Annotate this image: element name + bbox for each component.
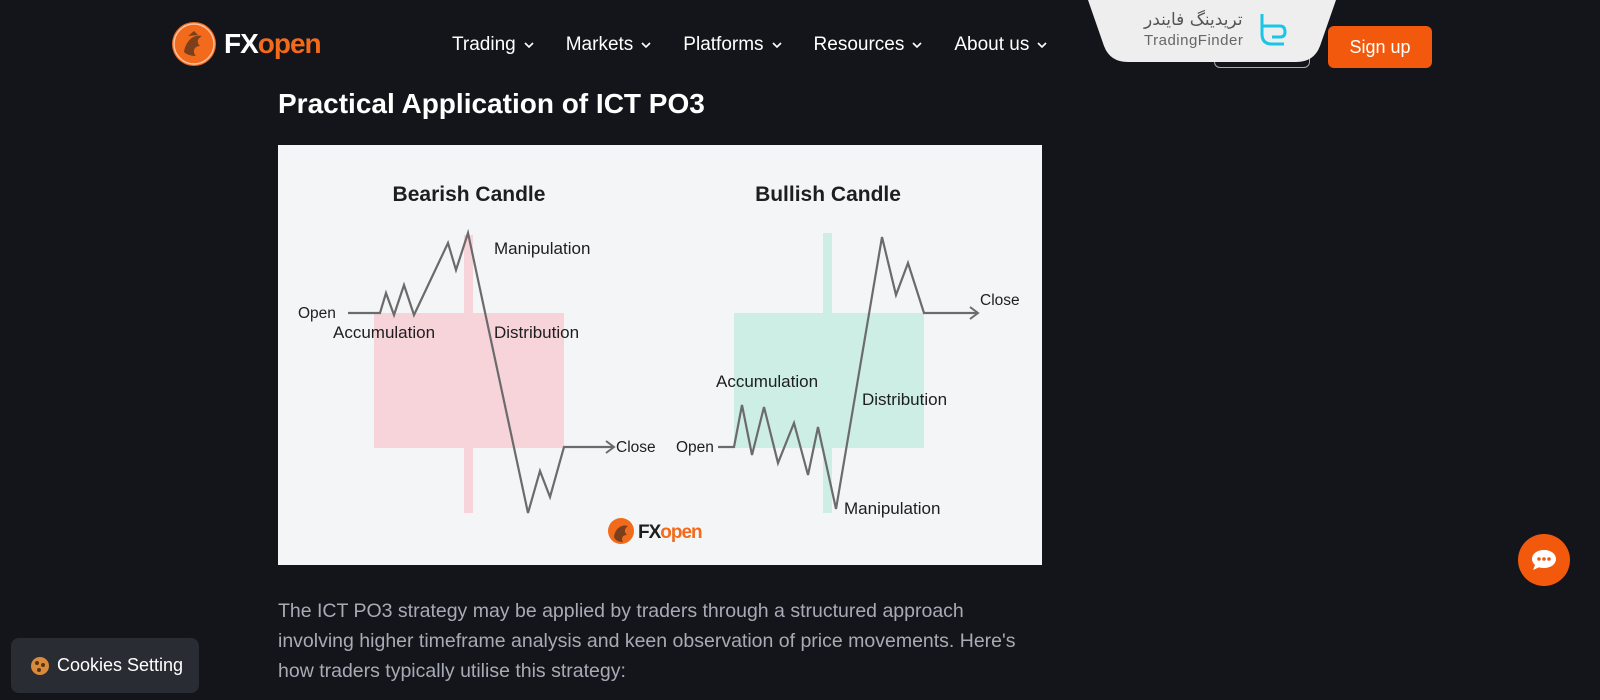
dragon-logo-icon — [172, 22, 216, 66]
tradingfinder-logo-icon — [1260, 14, 1287, 46]
bullish-title: Bullish Candle — [755, 183, 901, 206]
nav-about-us-label: About us — [954, 34, 1030, 55]
watermark-fx-text: FX — [638, 522, 662, 543]
cookie-icon — [31, 656, 49, 675]
site-header: FXopen Trading Markets Platforms Resourc… — [0, 0, 1600, 92]
bearish-open-label: Open — [298, 305, 336, 322]
bullish-manipulation-label: Manipulation — [844, 499, 940, 518]
nav-platforms[interactable]: Platforms — [683, 34, 782, 56]
chevron-down-icon — [912, 42, 922, 49]
nav-resources-label: Resources — [813, 34, 905, 55]
chevron-down-icon — [524, 42, 534, 49]
logo-open-text: open — [257, 28, 322, 59]
main-nav: Trading Markets Platforms Resources Abou… — [452, 34, 1079, 56]
svg-text:FXopen: FXopen — [638, 522, 702, 543]
article-paragraph: The ICT PO3 strategy may be applied by t… — [278, 600, 1016, 682]
nav-markets-label: Markets — [565, 34, 634, 55]
nav-about-us[interactable]: About us — [954, 34, 1047, 56]
cookies-setting-label: Cookies Setting — [57, 655, 184, 675]
nav-trading[interactable]: Trading — [452, 34, 534, 56]
cookies-setting-button[interactable]: Cookies Setting — [11, 638, 199, 693]
nav-resources[interactable]: Resources — [814, 34, 923, 56]
nav-platforms-label: Platforms — [683, 34, 764, 55]
bullish-distribution-label: Distribution — [862, 390, 947, 409]
bullish-open-label: Open — [676, 439, 714, 456]
chevron-down-icon — [1037, 42, 1047, 49]
bearish-close-label: Close — [616, 439, 656, 456]
logo-fx-text: FX — [224, 28, 259, 59]
bearish-manipulation-label: Manipulation — [494, 239, 590, 258]
signup-button[interactable]: Sign up — [1328, 26, 1432, 68]
fxopen-logo[interactable]: FXopen — [172, 22, 322, 66]
chevron-down-icon — [641, 42, 651, 49]
chat-button[interactable] — [1518, 534, 1570, 586]
chat-bubble-icon — [1532, 550, 1556, 570]
tradingfinder-en-text: TradingFinder — [1144, 32, 1244, 49]
bearish-accumulation-label: Accumulation — [333, 323, 435, 342]
po3-diagram: Bearish Candle Bullish Candle Open Accum… — [278, 145, 1042, 565]
bullish-close-label: Close — [980, 292, 1020, 309]
chevron-down-icon — [771, 42, 782, 49]
bullish-accumulation-label: Accumulation — [716, 372, 818, 391]
article-heading: Practical Application of ICT PO3 — [278, 88, 705, 119]
nav-markets[interactable]: Markets — [566, 34, 652, 56]
tradingfinder-fa-text: تریدینگ فایندر — [1144, 10, 1243, 30]
nav-trading-label: Trading — [452, 34, 516, 55]
bearish-title: Bearish Candle — [393, 183, 546, 206]
bearish-distribution-label: Distribution — [494, 323, 579, 342]
watermark-open-text: open — [660, 522, 702, 543]
